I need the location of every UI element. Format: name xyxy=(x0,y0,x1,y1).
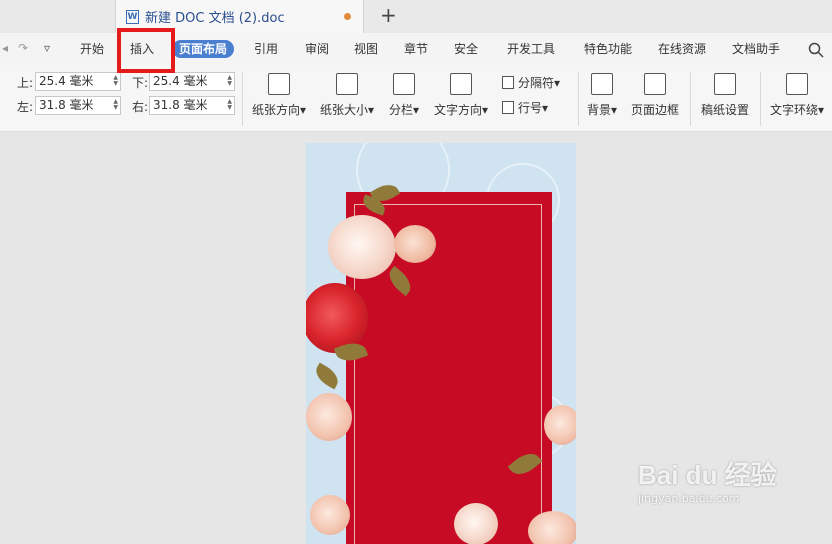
peach-rose-decoration xyxy=(528,511,576,544)
text-wrap-button[interactable]: 文字环绕▾ xyxy=(766,73,828,118)
margin-top-field[interactable]: 25.4 毫米 ▲ ▼ xyxy=(35,72,121,91)
margin-left-label: 左: xyxy=(17,100,34,114)
text-wrap-icon xyxy=(786,73,808,95)
margin-right-value: 31.8 毫米 xyxy=(153,98,208,112)
annotation-highlight-box xyxy=(117,28,175,73)
menu-doc-assistant[interactable]: 文档助手 xyxy=(732,40,780,58)
margin-bottom-value: 25.4 毫米 xyxy=(153,74,208,88)
leaf-decoration xyxy=(311,362,343,390)
paper-orientation-label: 纸张方向 xyxy=(251,103,300,117)
paper-size-button[interactable]: 纸张大小▾ xyxy=(318,73,376,118)
menu-online-resources[interactable]: 在线资源 xyxy=(658,40,706,58)
page-border-button[interactable]: 页面边框 xyxy=(628,73,682,118)
background-icon xyxy=(591,73,613,95)
dropdown-arrow-icon: ▾ xyxy=(481,103,489,117)
ribbon-separator xyxy=(242,72,243,126)
paper-orientation-button[interactable]: 纸张方向▾ xyxy=(250,73,308,118)
breaks-label: 分隔符 xyxy=(518,76,555,90)
search-icon[interactable] xyxy=(808,42,824,58)
document-page[interactable] xyxy=(306,143,576,544)
dropdown-arrow-icon: ▾ xyxy=(367,103,375,117)
paper-settings-button[interactable]: 稿纸设置 xyxy=(698,73,752,118)
undo-icon[interactable]: ◂ xyxy=(2,41,8,55)
document-tab-title: 新建 DOC 文档 (2).doc xyxy=(145,11,285,26)
peach-rose-decoration xyxy=(310,495,350,535)
margin-left-value: 31.8 毫米 xyxy=(39,98,94,112)
orientation-icon xyxy=(268,73,290,95)
dropdown-arrow-icon: ▾ xyxy=(299,103,307,117)
line-numbers-icon xyxy=(502,101,514,114)
margin-right-field[interactable]: 31.8 毫米 ▲ ▼ xyxy=(149,96,235,115)
dropdown-arrow-icon: ▾ xyxy=(542,100,549,115)
page-border-label: 页面边框 xyxy=(630,103,679,117)
ribbon-separator xyxy=(760,72,761,126)
peach-rose-decoration xyxy=(544,405,576,445)
menu-security[interactable]: 安全 xyxy=(454,40,478,58)
margin-right-label: 右: xyxy=(132,100,149,114)
margin-bottom-label: 下: xyxy=(132,76,149,90)
watermark-main-text: Bai du 经验 xyxy=(638,460,777,490)
menu-page-layout[interactable]: 页面布局 xyxy=(172,40,235,58)
text-direction-icon xyxy=(450,73,472,95)
word-doc-icon: W xyxy=(126,9,139,24)
dropdown-arrow-icon: ▾ xyxy=(610,103,618,117)
text-direction-button[interactable]: 文字方向▾ xyxy=(432,73,490,118)
watermark-sub-text: jingyan.baidu.com xyxy=(638,492,740,505)
margin-top-value: 25.4 毫米 xyxy=(39,74,94,88)
columns-label: 分栏 xyxy=(388,103,413,117)
spinner-icon[interactable]: ▲ ▼ xyxy=(227,99,232,111)
ribbon-separator xyxy=(690,72,691,126)
grid-paper-icon xyxy=(714,73,736,95)
white-rose-decoration xyxy=(454,503,498,544)
margin-bottom-field[interactable]: 25.4 毫米 ▲ ▼ xyxy=(149,72,235,91)
menu-developer[interactable]: 开发工具 xyxy=(507,40,555,58)
text-direction-label: 文字方向 xyxy=(433,103,482,117)
spinner-icon[interactable]: ▲ ▼ xyxy=(113,75,118,87)
menu-references[interactable]: 引用 xyxy=(254,40,278,58)
new-tab-button[interactable]: + xyxy=(380,3,397,27)
background-label: 背景 xyxy=(586,103,611,117)
menu-review[interactable]: 审阅 xyxy=(305,40,329,58)
unsaved-indicator-icon xyxy=(344,13,351,20)
dropdown-arrow-icon: ▾ xyxy=(412,103,420,117)
quick-access-dropdown-icon[interactable]: ▿ xyxy=(44,41,50,55)
paper-settings-label: 稿纸设置 xyxy=(700,103,749,117)
margin-left-field[interactable]: 31.8 毫米 ▲ ▼ xyxy=(35,96,121,115)
peach-rose-decoration xyxy=(306,393,352,441)
rose-bud-decoration xyxy=(394,225,436,263)
dropdown-arrow-icon: ▾ xyxy=(554,75,561,90)
menu-chapter[interactable]: 章节 xyxy=(404,40,428,58)
menu-home[interactable]: 开始 xyxy=(80,40,104,58)
text-wrap-label: 文字环绕 xyxy=(769,103,818,117)
background-button[interactable]: 背景▾ xyxy=(584,73,620,118)
spinner-icon[interactable]: ▲ ▼ xyxy=(227,75,232,87)
dropdown-arrow-icon: ▾ xyxy=(817,103,825,117)
breaks-icon xyxy=(502,76,514,89)
paper-size-label: 纸张大小 xyxy=(319,103,368,117)
spinner-icon[interactable]: ▲ ▼ xyxy=(113,99,118,111)
columns-button[interactable]: 分栏▾ xyxy=(384,73,424,118)
menu-view[interactable]: 视图 xyxy=(354,40,378,58)
baidu-watermark: Bai du 经验 jingyan.baidu.com xyxy=(638,455,777,505)
breaks-button[interactable]: 分隔符 ▾ xyxy=(502,74,560,91)
margin-top-label: 上: xyxy=(17,76,34,90)
white-rose-decoration xyxy=(328,215,396,279)
ribbon-separator xyxy=(578,72,579,126)
menu-features[interactable]: 特色功能 xyxy=(584,40,632,58)
ribbon-page-layout: 上: 25.4 毫米 ▲ ▼ 下: 25.4 毫米 ▲ ▼ 左: 31.8 毫米 ▲… xyxy=(0,65,832,132)
columns-icon xyxy=(393,73,415,95)
redo-icon[interactable]: ↷ xyxy=(18,41,28,55)
page-border-icon xyxy=(644,73,666,95)
line-numbers-label: 行号 xyxy=(518,101,543,115)
line-numbers-button[interactable]: 行号 ▾ xyxy=(502,99,548,116)
paper-size-icon xyxy=(336,73,358,95)
